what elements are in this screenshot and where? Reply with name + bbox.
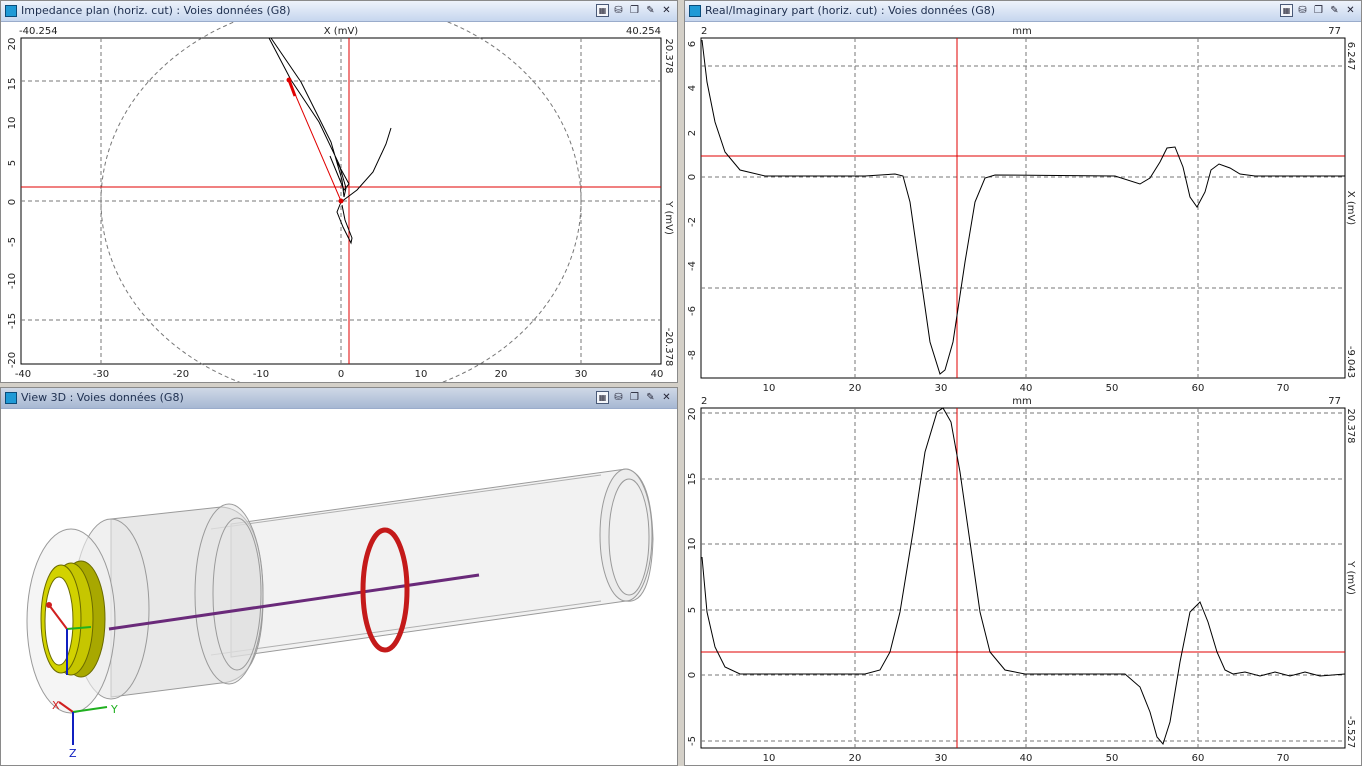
svg-text:30: 30 [935,753,948,764]
real-imaginary-title: Real/Imaginary part (horiz. cut) : Voies… [705,4,996,17]
pin-icon[interactable]: ✎ [644,391,657,404]
svg-text:20: 20 [687,408,698,421]
x-max-label: 40.254 [626,26,661,37]
y-tick: 20 [7,38,18,51]
imag-part-plot[interactable]: 2 mm 77 20 15 10 5 0 -5 10 20 30 40 50 6… [685,392,1361,764]
impedance-plan-titlebar[interactable]: Impedance plan (horiz. cut) : Voies donn… [1,1,677,22]
x-end-label: 77 [1328,396,1341,407]
x-tick: -40 [15,369,31,380]
svg-text:2: 2 [687,130,698,136]
view-3d-panel: View 3D : Voies données (G8) ▦ ⛁ ❐ ✎ ✕ X… [0,387,678,766]
svg-text:60: 60 [1192,753,1205,764]
x-start-label: 2 [701,396,707,407]
chart-settings-icon[interactable]: ▦ [596,391,609,404]
impedance-plan-title: Impedance plan (horiz. cut) : Voies donn… [21,4,291,17]
svg-text:10: 10 [687,538,698,551]
svg-text:5: 5 [687,607,698,613]
database-icon[interactable]: ⛁ [612,4,625,17]
impedance-y-ticks: 20 15 10 5 0 -5 -10 -15 -20 [7,38,18,369]
x-tick: -30 [93,369,109,380]
real-plot-area [700,37,1346,379]
y-tick: -5 [7,237,18,247]
y-max-label: 20.378 [1345,409,1356,444]
svg-text:6: 6 [687,41,698,47]
svg-text:15: 15 [687,473,698,486]
imag-x-ticks: 10 20 30 40 50 60 70 [763,753,1290,764]
svg-text:-8: -8 [687,350,698,360]
svg-text:50: 50 [1106,753,1119,764]
x-tick: 0 [338,369,344,380]
window-icon [5,5,17,17]
x-tick: 10 [415,369,428,380]
x-start-label: 2 [701,26,707,37]
x-min-label: -40.254 [19,26,58,37]
window-icon [5,392,17,404]
axis-z-label: Z [69,747,77,760]
close-icon[interactable]: ✕ [660,4,673,17]
x-tick: 20 [495,369,508,380]
database-icon[interactable]: ⛁ [1296,4,1309,17]
x-tick: -20 [173,369,189,380]
view-3d-canvas[interactable]: X Y Z [1,409,677,765]
svg-text:-4: -4 [687,261,698,271]
x-end-label: 77 [1328,26,1341,37]
svg-text:40: 40 [1020,753,1033,764]
view-3d-titlebar[interactable]: View 3D : Voies données (G8) ▦ ⛁ ❐ ✎ ✕ [1,388,677,409]
y-axis-label: Y (mV) [1345,560,1356,595]
database-icon[interactable]: ⛁ [612,391,625,404]
real-imaginary-panel: Real/Imaginary part (horiz. cut) : Voies… [684,0,1362,766]
x-tick: 30 [575,369,588,380]
restore-icon[interactable]: ❐ [1312,4,1325,17]
svg-text:10: 10 [763,753,776,764]
close-icon[interactable]: ✕ [1344,4,1357,17]
x-unit-label: mm [1012,26,1031,37]
view-3d-title: View 3D : Voies données (G8) [21,391,184,404]
probe-coil [40,560,106,678]
restore-icon[interactable]: ❐ [628,391,641,404]
y-axis-label: Y (mV) [663,200,674,235]
svg-text:4: 4 [687,85,698,91]
x-tick: -10 [253,369,269,380]
real-part-plot[interactable]: 2 mm 77 6 4 2 0 -2 -4 -6 -8 10 20 30 40 … [685,22,1361,394]
window-icon [689,5,701,17]
y-tick: -15 [7,313,18,329]
chart-settings-icon[interactable]: ▦ [596,4,609,17]
y-tick: 5 [7,160,18,166]
imag-plot-area [700,407,1346,749]
axis-x-label: X [52,699,60,712]
close-icon[interactable]: ✕ [660,391,673,404]
x-unit-label: mm [1012,396,1031,407]
chart-settings-icon[interactable]: ▦ [1280,4,1293,17]
y-axis-label: X (mV) [1345,191,1356,226]
pin-icon[interactable]: ✎ [1328,4,1341,17]
impedance-plot[interactable]: -40.254 X (mV) 40.254 20 15 10 5 0 -5 -1… [1,22,677,382]
y-tick: 0 [7,199,18,205]
y-tick: 10 [7,117,18,130]
svg-text:0: 0 [687,672,698,678]
real-y-ticks: 6 4 2 0 -2 -4 -6 -8 [687,41,698,360]
svg-text:70: 70 [1277,753,1290,764]
y-min-label: -20.378 [663,328,674,367]
restore-icon[interactable]: ❐ [628,4,641,17]
impedance-x-ticks: -40 -30 -20 -10 0 10 20 30 40 [15,369,664,380]
svg-text:0: 0 [687,174,698,180]
impedance-plan-panel: Impedance plan (horiz. cut) : Voies donn… [0,0,678,383]
pin-icon[interactable]: ✎ [644,4,657,17]
imag-y-ticks: 20 15 10 5 0 -5 [687,408,698,746]
x-axis-label: X (mV) [324,26,359,37]
real-imaginary-titlebar[interactable]: Real/Imaginary part (horiz. cut) : Voies… [685,1,1361,22]
svg-text:20: 20 [849,753,862,764]
y-tick: -10 [7,273,18,289]
y-min-label: -9.043 [1345,346,1356,378]
x-tick: 40 [651,369,664,380]
svg-text:-2: -2 [687,217,698,227]
y-max-label: 20.378 [663,39,674,74]
svg-text:-5: -5 [687,736,698,746]
y-max-label: 6.247 [1345,42,1356,71]
svg-text:-6: -6 [687,306,698,316]
y-tick: -20 [7,352,18,368]
axis-y-label: Y [110,703,118,716]
y-min-label: -5.527 [1345,716,1356,748]
y-tick: 15 [7,78,18,91]
